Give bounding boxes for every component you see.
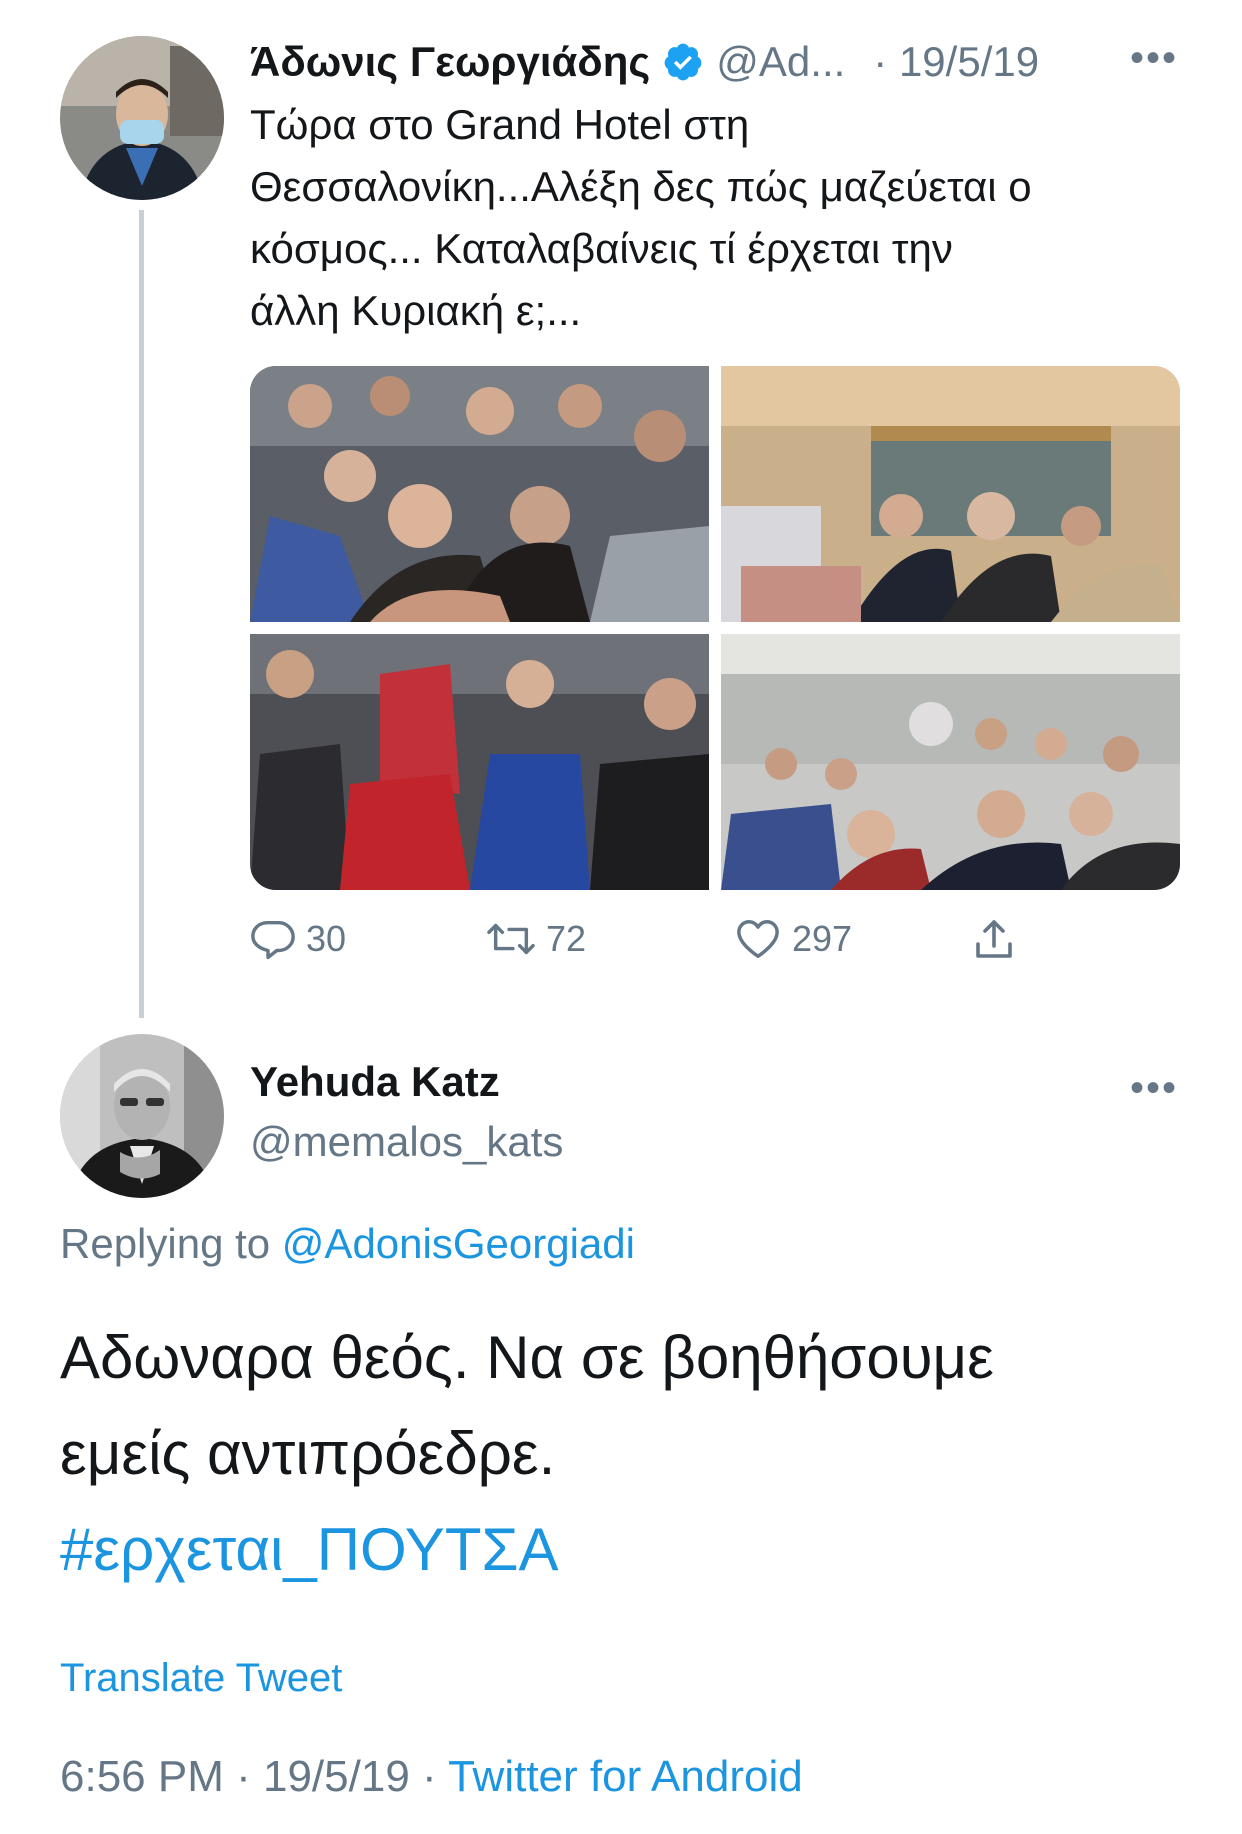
author-handle[interactable]: @Ad... xyxy=(716,38,845,86)
replying-to: Replying to @AdonisGeorgiadi xyxy=(60,1220,635,1268)
reply-text: Αδωναρα θεός. Να σε βοηθήσουμε εμείς αντ… xyxy=(60,1310,1190,1598)
reply-author-handle[interactable]: @memalos_kats xyxy=(250,1118,563,1166)
retweet-count: 72 xyxy=(546,918,587,959)
share-action[interactable] xyxy=(970,916,1018,964)
tweet-text: Τώρα στο Grand Hotel στη Θεσσαλονίκη...Α… xyxy=(250,94,1180,342)
reply-icon xyxy=(250,916,296,962)
verified-badge-icon xyxy=(662,41,704,83)
like-icon xyxy=(734,916,782,962)
author-name[interactable]: Άδωνις Γεωργιάδης xyxy=(250,38,650,86)
reply-text-line: Αδωναρα θεός. Να σε βοηθήσουμε xyxy=(60,1324,994,1391)
tweet-text-line: Θεσσαλονίκη...Αλέξη δες πώς μαζεύεται ο xyxy=(250,163,1032,210)
reply-hashtag[interactable]: #ερχεται_ΠΟΥΤΣΑ xyxy=(60,1502,1190,1598)
replying-to-handle[interactable]: @AdonisGeorgiadi xyxy=(282,1220,635,1267)
more-icon[interactable]: ••• xyxy=(1130,36,1178,81)
tweet-time: 6:56 PM xyxy=(60,1752,224,1801)
reply-count: 30 xyxy=(306,918,347,959)
reply-action[interactable]: 30 xyxy=(250,916,346,962)
reply-author-name[interactable]: Yehuda Katz xyxy=(250,1058,500,1106)
like-action[interactable]: 297 xyxy=(734,916,852,962)
media-grid xyxy=(250,366,1180,890)
thread-line xyxy=(139,210,144,1018)
tweet-source[interactable]: Twitter for Android xyxy=(448,1752,803,1801)
tweet-text-line: άλλη Κυριακή ε;... xyxy=(250,287,582,334)
reply-text-line: εμείς αντιπρόεδρε. xyxy=(60,1420,556,1487)
tweet-full-date: · 19/5/19 · xyxy=(236,1752,437,1801)
tweet-text-line: Τώρα στο Grand Hotel στη xyxy=(250,101,750,148)
replying-to-label: Replying to xyxy=(60,1220,271,1267)
author-avatar[interactable] xyxy=(60,36,224,200)
share-icon xyxy=(970,916,1018,964)
tweet-text-line: κόσμος... Καταλαβαίνεις τί έρχεται την xyxy=(250,225,953,272)
like-count: 297 xyxy=(792,918,853,959)
tweet-date[interactable]: · 19/5/19 xyxy=(873,38,1039,86)
retweet-icon xyxy=(486,916,536,962)
translate-tweet-link[interactable]: Translate Tweet xyxy=(60,1656,342,1701)
tweet-metadata: 6:56 PM · 19/5/19 · Twitter for Android xyxy=(60,1752,803,1802)
photo-crowd-2[interactable] xyxy=(250,634,709,890)
retweet-action[interactable]: 72 xyxy=(486,916,586,962)
photo-conference-room[interactable] xyxy=(721,634,1180,890)
photo-lobby[interactable] xyxy=(721,366,1180,622)
photo-crowd-1[interactable] xyxy=(250,366,709,622)
reply-more-icon[interactable]: ••• xyxy=(1130,1066,1178,1111)
reply-author-avatar[interactable] xyxy=(60,1034,224,1198)
